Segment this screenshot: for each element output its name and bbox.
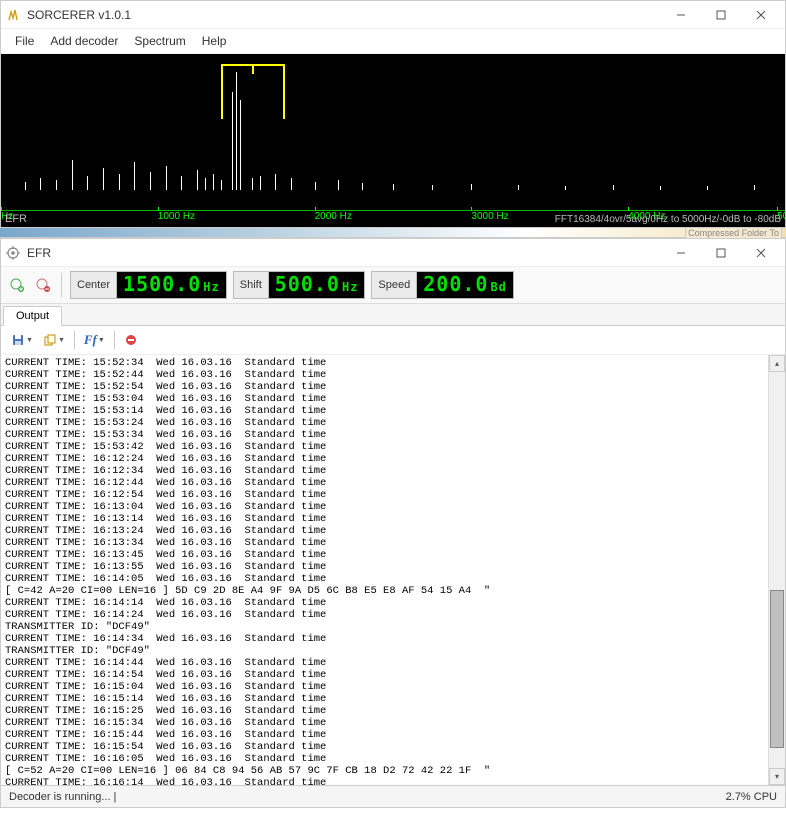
speed-control[interactable]: Speed 200.0 Bd — [371, 271, 513, 299]
minimize-button[interactable] — [661, 2, 701, 28]
cpu-usage: 2.7% CPU — [726, 791, 777, 803]
chevron-down-icon: ▼ — [98, 337, 105, 344]
marker-left[interactable] — [221, 64, 223, 119]
center-frequency-control[interactable]: Center 1500.0 Hz — [70, 271, 227, 299]
separator — [74, 331, 75, 349]
menu-spectrum[interactable]: Spectrum — [126, 31, 193, 51]
scroll-thumb[interactable] — [770, 590, 784, 748]
shift-value[interactable]: 500.0 Hz — [269, 272, 365, 298]
menu-file[interactable]: File — [7, 31, 42, 51]
speed-label: Speed — [372, 272, 417, 298]
statusbar: Decoder is running... | 2.7% CPU — [1, 785, 785, 807]
close-button[interactable] — [741, 2, 781, 28]
center-label: Center — [71, 272, 117, 298]
vertical-scrollbar[interactable]: ▴ ▾ — [768, 355, 785, 785]
marker-right[interactable] — [283, 64, 285, 119]
background-desktop-strip: Compressed Folder To — [0, 228, 786, 238]
main-window-title: SORCERER v1.0.1 — [27, 8, 661, 22]
window-controls — [661, 2, 781, 28]
output-toolbar: ▼ ▼ Ff ▼ — [1, 326, 785, 355]
axis-tick: 1000 Hz — [158, 211, 195, 222]
main-titlebar[interactable]: SORCERER v1.0.1 — [1, 1, 785, 29]
menubar: File Add decoder Spectrum Help — [1, 29, 785, 54]
save-button[interactable]: ▼ — [7, 330, 37, 350]
efr-minimize-button[interactable] — [661, 240, 701, 266]
axis-tick: 2000 Hz — [315, 211, 352, 222]
spectrum-display[interactable]: Hz1000 Hz2000 Hz3000 Hz4000 Hz500 EFR FF… — [1, 54, 785, 227]
main-window: SORCERER v1.0.1 File Add decoder Spectru… — [0, 0, 786, 228]
axis-tick: 3000 Hz — [471, 211, 508, 222]
chevron-down-icon: ▼ — [26, 337, 33, 344]
speed-value[interactable]: 200.0 Bd — [417, 272, 513, 298]
center-value[interactable]: 1500.0 Hz — [117, 272, 226, 298]
efr-titlebar[interactable]: EFR — [1, 239, 785, 267]
efr-window-title: EFR — [27, 246, 661, 260]
font-icon: Ff — [84, 332, 97, 348]
chevron-down-icon: ▼ — [58, 337, 65, 344]
gear-icon — [5, 245, 21, 261]
scroll-up-button[interactable]: ▴ — [769, 355, 785, 372]
separator — [61, 273, 62, 297]
status-text: Decoder is running... | — [9, 791, 726, 803]
copy-button[interactable]: ▼ — [39, 330, 69, 350]
fft-info-label: FFT16384/4ovr/5avg/0Hz to 5000Hz/-0dB to… — [555, 214, 781, 225]
scroll-track[interactable] — [769, 372, 785, 768]
maximize-button[interactable] — [701, 2, 741, 28]
bg-tooltip-fragment: Compressed Folder To — [685, 227, 782, 239]
efr-window-controls — [661, 240, 781, 266]
output-area: CURRENT TIME: 15:52:34 Wed 16.03.16 Stan… — [1, 355, 785, 785]
efr-close-button[interactable] — [741, 240, 781, 266]
parameter-bar: Center 1500.0 Hz Shift 500.0 Hz Speed 20… — [1, 267, 785, 304]
app-icon — [5, 7, 21, 23]
decoder-name-label: EFR — [5, 213, 27, 225]
menu-help[interactable]: Help — [194, 31, 235, 51]
tab-bar: Output — [1, 304, 785, 326]
remove-decoder-icon[interactable] — [33, 275, 53, 295]
add-decoder-icon[interactable] — [7, 275, 27, 295]
efr-maximize-button[interactable] — [701, 240, 741, 266]
marker-center[interactable] — [252, 64, 254, 74]
separator — [114, 331, 115, 349]
shift-control[interactable]: Shift 500.0 Hz — [233, 271, 366, 299]
clear-button[interactable] — [120, 330, 142, 350]
tab-output[interactable]: Output — [3, 306, 62, 326]
scroll-down-button[interactable]: ▾ — [769, 768, 785, 785]
font-button[interactable]: Ff ▼ — [80, 329, 109, 351]
menu-add-decoder[interactable]: Add decoder — [42, 31, 126, 51]
shift-label: Shift — [234, 272, 269, 298]
output-text[interactable]: CURRENT TIME: 15:52:34 Wed 16.03.16 Stan… — [1, 355, 768, 785]
efr-window: EFR Center 1500.0 Hz Shift 500.0 Hz — [0, 238, 786, 808]
